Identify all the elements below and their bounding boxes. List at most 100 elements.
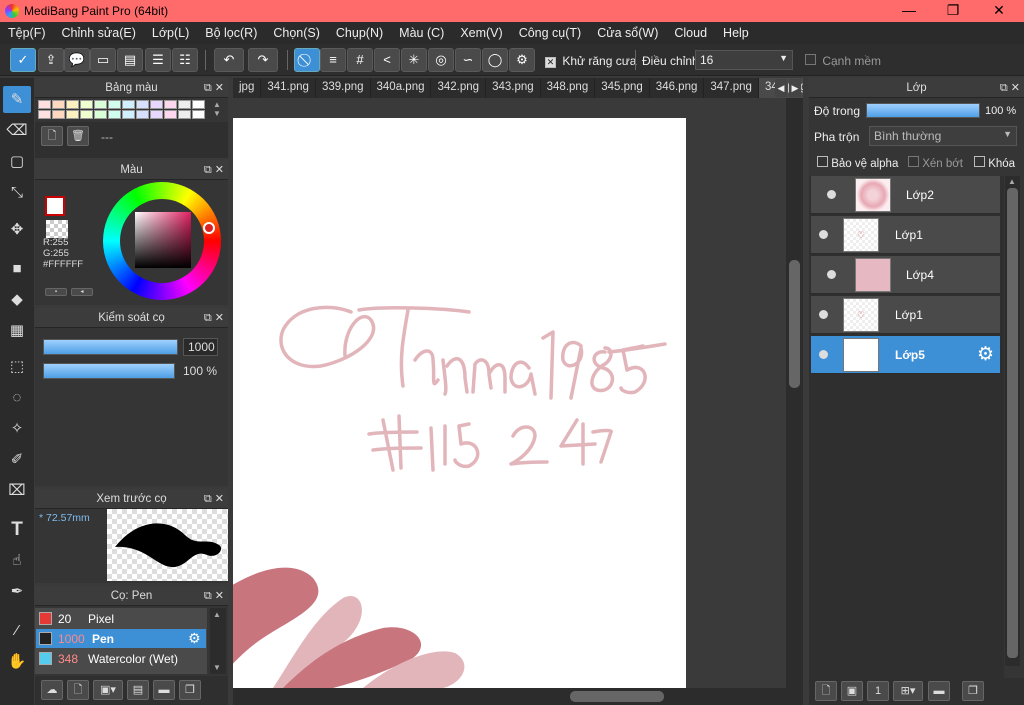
palette-swatch[interactable] xyxy=(122,110,135,119)
eyedropper-icon[interactable]: ⁄ xyxy=(3,617,31,644)
palette-swatch[interactable] xyxy=(136,110,149,119)
select-pen-icon[interactable]: ✐ xyxy=(3,446,31,473)
close-panel-icon[interactable]: ✕ xyxy=(215,164,224,176)
popout-icon[interactable]: ⧉ xyxy=(204,164,212,176)
select-rect-icon[interactable]: ⬚ xyxy=(3,353,31,380)
brush-tool-icon[interactable]: ✎ xyxy=(3,86,31,113)
tab-file[interactable]: 348.png xyxy=(541,78,596,98)
fill-rect-icon[interactable]: ■ xyxy=(3,255,31,282)
redo-icon[interactable]: ↷ xyxy=(248,48,278,72)
tab-file[interactable]: 341.png xyxy=(261,78,316,98)
palette-swatch[interactable] xyxy=(178,100,191,109)
vertical-scroll-thumb[interactable] xyxy=(789,260,800,388)
select-eraser-icon[interactable]: ⌧ xyxy=(3,477,31,504)
layer-scroll-thumb[interactable] xyxy=(1007,188,1018,658)
layer-row[interactable]: ♡ Lớp1 xyxy=(811,216,1000,254)
palette-swatch[interactable] xyxy=(150,100,163,109)
palette-swatch[interactable] xyxy=(38,100,51,109)
palette-swatch[interactable] xyxy=(108,110,121,119)
gear-icon[interactable]: ⚙ xyxy=(977,343,994,366)
brush-list-scrollbar[interactable]: ▲ ▼ xyxy=(210,608,226,674)
palette-swatch[interactable] xyxy=(66,100,79,109)
palette-swatch[interactable] xyxy=(66,110,79,119)
tab-file[interactable]: 346.png xyxy=(650,78,705,98)
clipping-checkbox[interactable]: Xén bớt xyxy=(908,156,963,170)
layer-list-scrollbar[interactable]: ▲ xyxy=(1005,176,1020,666)
tab-file[interactable]: 340a.png xyxy=(371,78,432,98)
tab-scroll-right-icon[interactable]: ▶ xyxy=(789,79,801,97)
eraser-tool-icon[interactable]: ⌫ xyxy=(3,117,31,144)
snap-off-icon[interactable]: ⃠ xyxy=(294,48,320,72)
gear-icon[interactable]: ⚙ xyxy=(509,48,535,72)
rectangle-tool-icon[interactable]: ▢ xyxy=(3,148,31,175)
palette-swatches[interactable] xyxy=(38,100,208,120)
new-palette-icon[interactable]: 🗋 xyxy=(41,126,63,146)
brush-size-value[interactable]: 1000 xyxy=(183,338,218,356)
menu-file[interactable]: Tệp(F) xyxy=(0,26,54,40)
soft-edge-checkbox[interactable]: Cạnh mềm xyxy=(805,54,881,68)
popout-icon[interactable]: ⧉ xyxy=(1000,82,1008,94)
menu-color[interactable]: Màu (C) xyxy=(391,26,452,40)
comment-icon[interactable]: 💬 xyxy=(64,48,90,72)
color-add-button[interactable]: ▪ xyxy=(45,288,67,296)
layer-opacity-slider[interactable] xyxy=(866,103,980,118)
layer-row-selected[interactable]: Lớp5 ⚙ xyxy=(811,336,1000,374)
popout-icon[interactable]: ⧉ xyxy=(204,82,212,94)
new-halftone-layer-icon[interactable]: ▣ xyxy=(841,681,863,701)
eye-icon[interactable] xyxy=(827,190,836,199)
snap-circle-icon[interactable]: ◎ xyxy=(428,48,454,72)
magic-wand-icon[interactable]: ✧ xyxy=(3,415,31,442)
new-8bit-layer-icon[interactable]: 1 xyxy=(867,681,889,701)
palette-swatch[interactable] xyxy=(192,100,205,109)
operation-tool-icon[interactable]: ☝ xyxy=(3,547,31,574)
palette-swatch[interactable] xyxy=(52,110,65,119)
hue-handle[interactable] xyxy=(203,222,215,234)
document-icon[interactable]: ▤ xyxy=(117,48,143,72)
cloud-download-icon[interactable]: ☁ xyxy=(41,680,63,700)
lock-checkbox[interactable]: Khóa xyxy=(974,156,1015,170)
hand-tool-icon[interactable]: ✋ xyxy=(3,648,31,675)
tab-file[interactable]: 339.png xyxy=(316,78,371,98)
canvas-horizontal-scrollbar[interactable] xyxy=(233,688,803,705)
palette-swatch[interactable] xyxy=(80,100,93,109)
trash-icon[interactable]: 🗑 xyxy=(67,126,89,146)
palette-swatch[interactable] xyxy=(164,100,177,109)
adjust-dropdown[interactable]: 16 ▼ xyxy=(695,50,793,70)
menu-help[interactable]: Help xyxy=(715,26,757,40)
menu-select[interactable]: Chọn(S) xyxy=(265,26,328,40)
menu-window[interactable]: Cửa sổ(W) xyxy=(589,26,666,40)
tab-file[interactable]: 343.png xyxy=(486,78,541,98)
palette-swatch[interactable] xyxy=(94,100,107,109)
brush-item-pen[interactable]: 1000 Pen ⚙ xyxy=(36,629,206,648)
lasso-icon[interactable]: ◌ xyxy=(3,384,31,411)
speech-icon[interactable]: ▭ xyxy=(90,48,116,72)
layer-row[interactable]: Lớp4 xyxy=(811,256,1000,294)
folder-icon[interactable]: ▬ xyxy=(153,680,175,700)
antialias-checkbox[interactable]: ✕ Khử răng cưa xyxy=(545,54,636,68)
menu-edit[interactable]: Chỉnh sửa(E) xyxy=(54,26,144,40)
eye-icon[interactable] xyxy=(819,310,828,319)
duplicate-icon[interactable]: ❐ xyxy=(179,680,201,700)
layer-add-dropdown-icon[interactable]: ⊞▾ xyxy=(893,681,923,701)
check-icon[interactable]: ✓ xyxy=(10,48,36,72)
palette-swatch[interactable] xyxy=(150,110,163,119)
popout-icon[interactable]: ⧉ xyxy=(204,312,212,324)
snap-ellipse-icon[interactable]: ◯ xyxy=(482,48,508,72)
menu-view[interactable]: Xem(V) xyxy=(452,26,510,40)
popout-icon[interactable]: ⧉ xyxy=(204,590,212,602)
minimize-button[interactable]: — xyxy=(894,2,924,20)
canvas-vertical-scrollbar[interactable] xyxy=(786,98,803,688)
tab-scroll-left-icon[interactable]: ◀ xyxy=(775,79,787,97)
tab-file[interactable]: jpg xyxy=(233,78,262,98)
brush-opacity-slider[interactable] xyxy=(43,363,175,379)
close-panel-icon[interactable]: ✕ xyxy=(1011,82,1020,94)
hue-wheel[interactable] xyxy=(103,182,221,300)
menu-snap[interactable]: Chụp(N) xyxy=(328,26,391,40)
undo-icon[interactable]: ↶ xyxy=(214,48,244,72)
palette-swatch[interactable] xyxy=(136,100,149,109)
palette-swatch[interactable] xyxy=(164,110,177,119)
palette-swatch[interactable] xyxy=(178,110,191,119)
gear-icon[interactable]: ⚙ xyxy=(188,630,201,647)
menu-tools[interactable]: Công cụ(T) xyxy=(511,26,590,40)
brush-size-slider[interactable] xyxy=(43,339,178,355)
